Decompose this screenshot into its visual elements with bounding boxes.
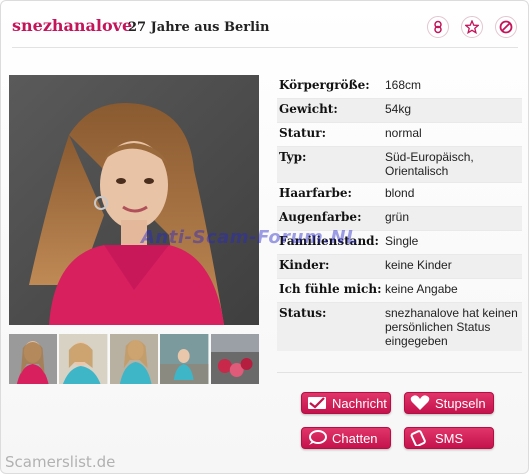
detail-label: Körpergröße: <box>279 78 370 92</box>
detail-row: Kinder: keine Kinder <box>277 255 522 279</box>
envelope-check-icon <box>306 395 328 411</box>
heart-icon <box>409 395 431 411</box>
detail-label: Statur: <box>279 126 327 140</box>
detail-row: Ich fühle mich: keine Angabe <box>277 279 522 303</box>
detail-value: Single <box>385 234 419 248</box>
sms-button[interactable]: SMS <box>404 427 494 449</box>
thumbnail[interactable] <box>9 334 58 384</box>
detail-value: snezhanalove hat keinen persönlichen Sta… <box>385 306 518 348</box>
detail-label: Status: <box>279 306 327 320</box>
detail-value: 168cm <box>385 78 422 92</box>
age-location: 27 Jahre aus Berlin <box>128 20 270 35</box>
message-button[interactable]: Nachricht <box>301 392 391 414</box>
detail-value: keine Angabe <box>385 282 458 296</box>
detail-row: Statur: normal <box>277 123 522 147</box>
detail-label: Gewicht: <box>279 102 338 116</box>
chat-label: Chatten <box>332 430 378 446</box>
detail-value: grün <box>385 210 410 224</box>
detail-row: Haarfarbe: blond <box>277 183 522 207</box>
detail-label: Ich fühle mich: <box>279 282 382 296</box>
sms-label: SMS <box>435 430 464 446</box>
detail-value: blond <box>385 186 415 200</box>
photo-image <box>9 75 259 325</box>
detail-value: Süd-Europäisch, Orientalisch <box>385 150 474 178</box>
watermark-center: Anti-Scam-Forum.NL <box>141 227 359 248</box>
detail-label: Typ: <box>279 150 307 164</box>
username[interactable]: snezhanalove <box>12 16 132 35</box>
thumbnail[interactable] <box>109 334 159 384</box>
phone-icon <box>409 430 431 446</box>
chat-button[interactable]: Chatten <box>301 427 391 449</box>
detail-value: 54kg <box>385 102 412 116</box>
favorite-button[interactable] <box>461 16 483 38</box>
photo-thumbnails <box>9 334 260 384</box>
detail-label: Haarfarbe: <box>279 186 352 200</box>
message-label: Nachricht <box>332 395 387 411</box>
speech-bubble-icon <box>306 430 328 446</box>
detail-row: Typ: Süd-Europäisch, Orientalisch <box>277 147 522 183</box>
profile-details: Körpergröße: 168cm Gewicht: 54kg Statur:… <box>277 75 522 351</box>
gift-icon <box>434 20 442 34</box>
watermark-bottom: Scamerslist.de <box>5 453 116 471</box>
profile-header: snezhanalove 27 Jahre aus Berlin <box>1 1 528 47</box>
star-icon <box>465 20 479 34</box>
profile-card: snezhanalove 27 Jahre aus Berlin Körperg… <box>0 0 529 474</box>
profile-photo[interactable] <box>9 75 259 325</box>
detail-label: Kinder: <box>279 258 330 272</box>
detail-row: Gewicht: 54kg <box>277 99 522 123</box>
thumbnail[interactable] <box>160 334 209 384</box>
block-icon <box>499 20 513 34</box>
block-button[interactable] <box>495 16 517 38</box>
detail-value: keine Kinder <box>385 258 452 272</box>
detail-row: Körpergröße: 168cm <box>277 75 522 99</box>
poke-button[interactable]: Stupseln <box>404 392 494 414</box>
detail-value: normal <box>385 126 422 140</box>
poke-label: Stupseln <box>435 395 486 411</box>
actions-divider <box>277 372 522 373</box>
thumbnail[interactable] <box>210 334 260 384</box>
gift-button[interactable] <box>427 16 449 38</box>
detail-row: Status: snezhanalove hat keinen persönli… <box>277 303 522 351</box>
header-divider <box>12 47 518 48</box>
thumbnail[interactable] <box>59 334 108 384</box>
